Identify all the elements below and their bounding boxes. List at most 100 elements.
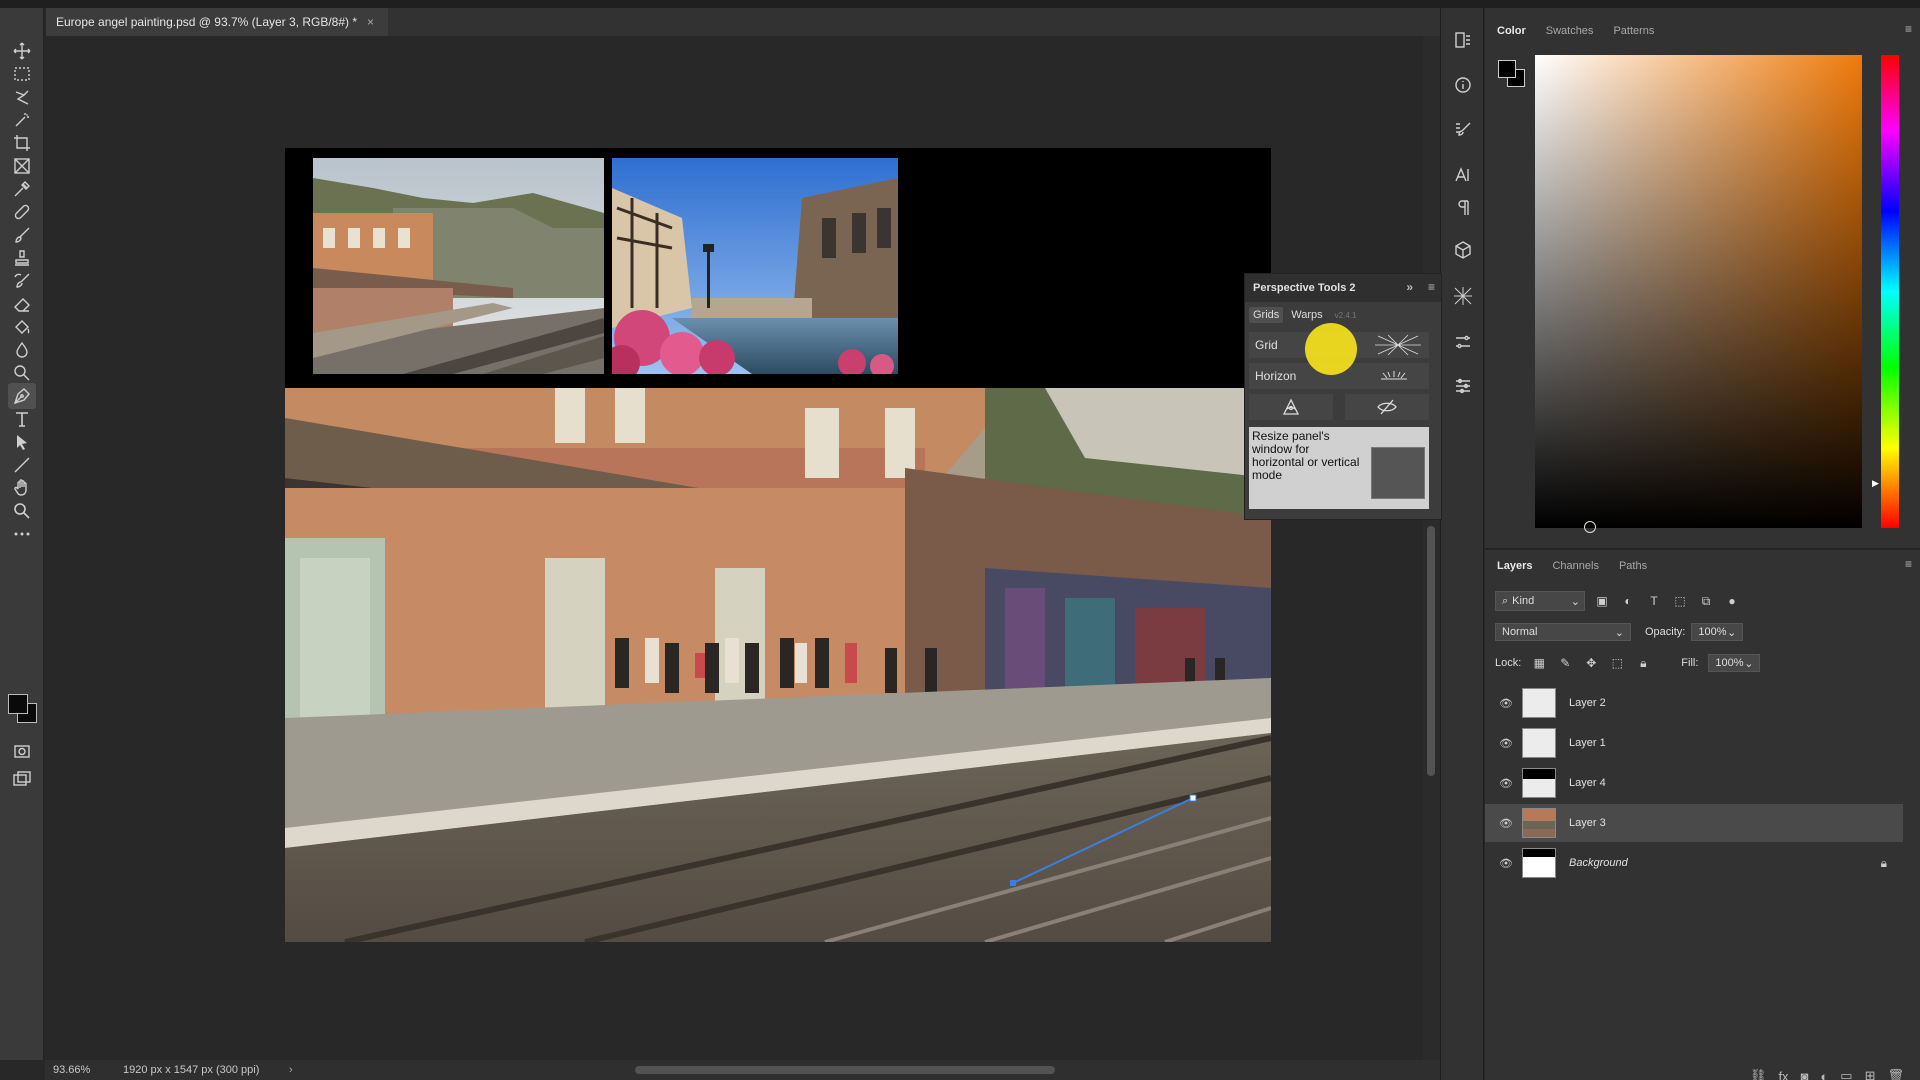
vertical-scroll-thumb[interactable] bbox=[1427, 526, 1435, 776]
tab-swatches[interactable]: Swatches bbox=[1546, 25, 1594, 37]
eye-slash-icon bbox=[1377, 399, 1397, 415]
horizontal-scrollbar[interactable] bbox=[315, 1065, 1415, 1075]
brush-settings-icon[interactable] bbox=[1451, 118, 1475, 142]
perspective-tools-panel-icon[interactable] bbox=[1451, 284, 1475, 308]
canvas-area[interactable] bbox=[45, 36, 1440, 1060]
fx-icon[interactable]: fx bbox=[1778, 1069, 1788, 1080]
lock-pixels-icon[interactable]: ✎ bbox=[1557, 655, 1573, 671]
lock-all-icon[interactable]: 🔒︎ bbox=[1635, 655, 1651, 671]
add-mask-icon[interactable]: ◙ bbox=[1801, 1069, 1809, 1080]
layer-thumbnail bbox=[1522, 688, 1556, 718]
hide-guides-button[interactable] bbox=[1345, 394, 1429, 420]
paragraph-panel-icon[interactable] bbox=[1451, 196, 1475, 220]
perspective-panel-tabs: Grids Warps v2.4.1 bbox=[1249, 307, 1356, 323]
panel-menu-icon[interactable]: ≡ bbox=[1428, 280, 1435, 294]
filter-adjustment-icon[interactable]: ◐ bbox=[1619, 592, 1637, 610]
new-layer-icon[interactable]: ⊞ bbox=[1865, 1068, 1876, 1080]
visibility-eye-icon[interactable]: 👁︎ bbox=[1497, 856, 1515, 870]
hue-slider-marker[interactable]: ▶ bbox=[1872, 478, 1879, 489]
blend-mode-select[interactable]: Normal ⌄ bbox=[1495, 623, 1631, 641]
color-field-marker[interactable] bbox=[1584, 521, 1596, 533]
3d-panel-icon[interactable] bbox=[1451, 238, 1475, 262]
character-panel-icon[interactable] bbox=[1451, 163, 1475, 187]
document-canvas[interactable] bbox=[285, 148, 1271, 942]
lock-transparency-icon[interactable]: ▦ bbox=[1531, 655, 1547, 671]
layer-row-background[interactable]: 👁︎ Background 🔒︎ bbox=[1485, 844, 1903, 882]
filter-pixel-icon[interactable]: ▣ bbox=[1593, 592, 1611, 610]
adjustment-layer-icon[interactable]: ◐ bbox=[1820, 1069, 1828, 1080]
foreground-background-swatches[interactable] bbox=[8, 694, 38, 724]
foreground-color-swatch[interactable] bbox=[8, 694, 28, 714]
horizon-icon[interactable] bbox=[1379, 367, 1409, 386]
color-foreground-swatch[interactable] bbox=[1498, 60, 1516, 78]
mouse-cursor-highlight bbox=[1305, 323, 1357, 375]
history-panel-icon[interactable] bbox=[1451, 28, 1475, 52]
vertical-scrollbar[interactable] bbox=[1423, 36, 1440, 1060]
grid-starburst-icon[interactable] bbox=[1373, 334, 1423, 359]
tab-color[interactable]: Color bbox=[1497, 25, 1526, 37]
info-panel-icon[interactable] bbox=[1451, 73, 1475, 97]
filter-toggle-icon[interactable]: ● bbox=[1723, 592, 1741, 610]
zoom-level[interactable]: 93.66% bbox=[53, 1064, 90, 1076]
lock-position-icon[interactable]: ✥ bbox=[1583, 655, 1599, 671]
document-tab[interactable]: Europe angel painting.psd @ 93.7% (Layer… bbox=[46, 8, 389, 36]
show-guides-button[interactable] bbox=[1249, 394, 1333, 420]
lock-icon[interactable]: 🔒︎ bbox=[1881, 856, 1887, 871]
lock-label: Lock: bbox=[1495, 657, 1522, 669]
tab-grids[interactable]: Grids bbox=[1249, 307, 1284, 323]
quick-mask-icon[interactable] bbox=[8, 738, 36, 764]
filter-smart-object-icon[interactable]: ⧉ bbox=[1697, 592, 1715, 610]
opacity-value: 100% bbox=[1698, 626, 1727, 638]
layers-panel-menu-icon[interactable]: ≡ bbox=[1905, 557, 1912, 571]
close-tab-icon[interactable]: × bbox=[367, 15, 374, 29]
filter-type-icon[interactable]: T bbox=[1645, 592, 1663, 610]
layer-row-layer-4[interactable]: 👁︎ Layer 4 bbox=[1485, 764, 1903, 802]
tab-channels[interactable]: Channels bbox=[1552, 560, 1598, 572]
panel-preview-thumbnail bbox=[1371, 447, 1425, 499]
blend-opacity-row: Normal ⌄ Opacity: 100% ⌄ bbox=[1495, 622, 1910, 642]
visibility-eye-icon[interactable]: 👁︎ bbox=[1497, 736, 1515, 750]
horizontal-scroll-thumb[interactable] bbox=[635, 1066, 1055, 1074]
delete-layer-icon[interactable]: 🗑︎ bbox=[1887, 1068, 1904, 1080]
layer-name: Layer 1 bbox=[1569, 737, 1606, 749]
new-group-icon[interactable]: ▭ bbox=[1840, 1068, 1852, 1080]
layer-row-layer-1[interactable]: 👁︎ Layer 1 bbox=[1485, 724, 1903, 762]
fill-input[interactable]: 100% ⌄ bbox=[1708, 654, 1761, 672]
chevron-down-icon: ⌄ bbox=[1614, 626, 1624, 639]
adjustments-panel-icon[interactable] bbox=[1451, 374, 1475, 398]
more-tools-icon[interactable] bbox=[8, 521, 36, 547]
tab-layers[interactable]: Layers bbox=[1497, 560, 1532, 572]
document-tab-bar: Europe angel painting.psd @ 93.7% (Layer… bbox=[46, 8, 1440, 36]
screen-mode-icon[interactable] bbox=[8, 766, 36, 792]
color-panel-menu-icon[interactable]: ≡ bbox=[1905, 22, 1912, 36]
tab-paths[interactable]: Paths bbox=[1619, 560, 1647, 572]
layer-name: Background bbox=[1569, 857, 1628, 869]
hue-slider[interactable] bbox=[1881, 55, 1899, 528]
opacity-label: Opacity: bbox=[1645, 626, 1686, 638]
perspective-panel-title: Perspective Tools 2 bbox=[1253, 282, 1356, 294]
tab-warps[interactable]: Warps bbox=[1287, 307, 1326, 323]
visibility-eye-icon[interactable]: 👁︎ bbox=[1497, 776, 1515, 790]
lock-artboard-icon[interactable]: ⬚ bbox=[1609, 655, 1625, 671]
visibility-eye-icon[interactable]: 👁︎ bbox=[1497, 696, 1515, 710]
tab-patterns[interactable]: Patterns bbox=[1613, 25, 1654, 37]
link-layers-icon[interactable]: ⛓ bbox=[1750, 1068, 1767, 1080]
resize-hint-text: Resize panel's window for horizontal or … bbox=[1252, 429, 1360, 482]
tools-panel bbox=[0, 8, 44, 1060]
chevron-down-icon: ⌄ bbox=[1727, 626, 1737, 639]
layer-row-layer-3[interactable]: 👁︎ Layer 3 bbox=[1485, 804, 1903, 842]
expand-panel-icon[interactable]: » bbox=[1406, 280, 1413, 294]
panel-divider bbox=[1485, 548, 1920, 550]
properties-panel-icon[interactable] bbox=[1451, 330, 1475, 354]
filter-shape-icon[interactable]: ⬚ bbox=[1671, 592, 1689, 610]
opacity-input[interactable]: 100% ⌄ bbox=[1691, 623, 1744, 641]
grid-label: Grid bbox=[1255, 338, 1278, 352]
kind-filter-select[interactable]: ⌕ Kind ⌄ bbox=[1495, 591, 1585, 611]
color-panel-tabs: Color Swatches Patterns bbox=[1485, 18, 1920, 44]
color-picker-field[interactable] bbox=[1535, 55, 1862, 528]
layer-row-layer-2[interactable]: 👁︎ Layer 2 bbox=[1485, 684, 1903, 722]
visibility-eye-icon[interactable]: 👁︎ bbox=[1497, 816, 1515, 830]
layers-panel-tabs: Layers Channels Paths bbox=[1485, 553, 1920, 579]
status-expand-arrow[interactable]: › bbox=[289, 1064, 293, 1076]
perspective-panel-header[interactable]: Perspective Tools 2 » ≡ bbox=[1245, 274, 1441, 302]
